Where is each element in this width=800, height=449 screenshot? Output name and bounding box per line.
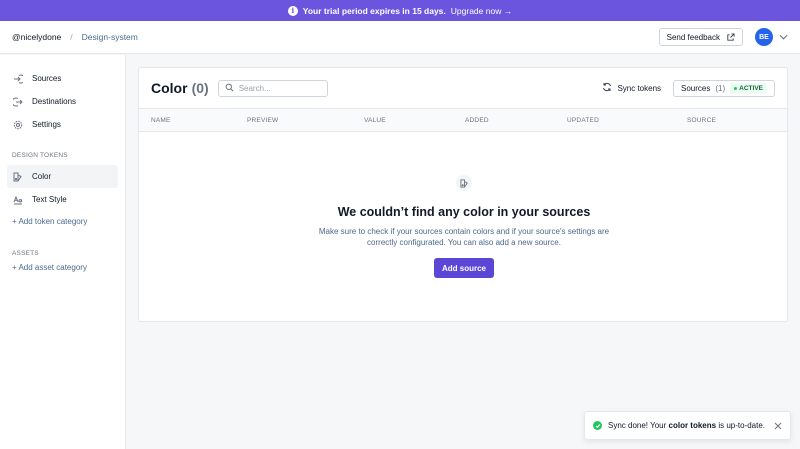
page-title: Color: [151, 80, 188, 96]
send-feedback-button[interactable]: Send feedback: [658, 28, 743, 46]
sidebar-item-label: Destinations: [32, 97, 77, 106]
add-asset-category-link[interactable]: + Add asset category: [12, 263, 113, 272]
color-swatch-icon: [456, 175, 472, 191]
search-input[interactable]: [238, 83, 319, 93]
toast-bold: color tokens: [668, 421, 717, 430]
toast-prefix: Sync done! Your: [608, 421, 667, 430]
sidebar-item-sources[interactable]: Sources: [7, 67, 118, 90]
close-icon[interactable]: [774, 422, 782, 430]
check-circle-icon: [593, 421, 602, 430]
chevron-down-icon[interactable]: [779, 34, 788, 40]
sidebar-item-text-style[interactable]: Text Style: [7, 188, 118, 211]
active-dot-icon: [734, 86, 738, 90]
destinations-icon: [13, 97, 23, 107]
topbar-actions: Send feedback BE: [658, 28, 788, 46]
upgrade-link[interactable]: Upgrade now →: [451, 6, 512, 16]
color-swatch-icon: [13, 172, 23, 182]
trial-banner: i Your trial period expires in 15 days. …: [0, 0, 800, 21]
sidebar-item-label: Sources: [32, 74, 62, 83]
panel-actions: Sync tokens Sources (1) ACTIVE: [599, 79, 775, 97]
add-token-category-link[interactable]: + Add token category: [12, 217, 113, 226]
empty-state-title: We couldn’t find any color in your sourc…: [337, 205, 591, 219]
user-menu[interactable]: BE: [755, 28, 788, 46]
sources-label: Sources: [681, 83, 711, 93]
panel-header: Color (0) Sync tokens Sources (1) ACTIVE: [139, 68, 787, 109]
sidebar: Sources Destinations Settings DESIGN TOK…: [0, 55, 126, 449]
info-icon: i: [287, 5, 298, 16]
design-tokens-heading: DESIGN TOKENS: [12, 152, 68, 159]
breadcrumb: @nicelydone / Design-system: [12, 32, 138, 42]
sync-tokens-label: Sync tokens: [617, 83, 662, 93]
search-box[interactable]: [217, 79, 328, 97]
column-header-name[interactable]: NAME: [151, 109, 171, 132]
topbar: @nicelydone / Design-system Send feedbac…: [0, 21, 800, 54]
sync-tokens-button[interactable]: Sync tokens: [599, 80, 664, 97]
text-style-icon: [13, 195, 23, 205]
table-header: NAME PREVIEW VALUE ADDED UPDATED SOURCE: [139, 109, 787, 132]
add-source-button[interactable]: Add source: [433, 258, 494, 278]
sidebar-item-label: Settings: [32, 120, 61, 129]
column-header-value[interactable]: VALUE: [364, 109, 386, 132]
sources-icon: [13, 74, 23, 84]
sources-count: (1): [715, 83, 726, 93]
sources-button[interactable]: Sources (1) ACTIVE: [673, 79, 775, 97]
column-header-preview[interactable]: PREVIEW: [247, 109, 278, 132]
sidebar-item-destinations[interactable]: Destinations: [7, 90, 118, 113]
sidebar-item-color[interactable]: Color: [7, 165, 118, 188]
external-link-icon: [726, 32, 735, 42]
color-count: (0): [191, 80, 209, 96]
sidebar-item-label: Color: [32, 172, 52, 181]
sidebar-item-label: Text Style: [32, 195, 67, 204]
color-panel: Color (0) Sync tokens Sources (1) ACTIVE: [138, 67, 788, 322]
sidebar-item-settings[interactable]: Settings: [7, 113, 118, 136]
trial-banner-text: Your trial period expires in 15 days.: [302, 5, 446, 16]
empty-state-description: Make sure to check if your sources conta…: [318, 227, 610, 247]
breadcrumb-separator: /: [70, 32, 73, 42]
breadcrumb-org[interactable]: @nicelydone: [12, 32, 61, 42]
avatar[interactable]: BE: [755, 28, 773, 46]
sync-toast: Sync done! Your color tokens is up-to-da…: [584, 411, 791, 440]
gear-icon: [13, 120, 23, 130]
send-feedback-label: Send feedback: [666, 32, 720, 42]
status-badge-label: ACTIVE: [739, 84, 763, 92]
assets-heading: ASSETS: [12, 250, 39, 257]
status-badge: ACTIVE: [730, 82, 767, 94]
toast-suffix: is up-to-date.: [718, 421, 766, 430]
column-header-updated[interactable]: UPDATED: [567, 109, 599, 132]
column-header-added[interactable]: ADDED: [465, 109, 489, 132]
breadcrumb-project[interactable]: Design-system: [82, 32, 138, 42]
column-header-source[interactable]: SOURCE: [687, 109, 716, 132]
toast-message: Sync done! Your color tokens is up-to-da…: [608, 421, 765, 430]
search-icon: [225, 83, 234, 94]
empty-state: We couldn’t find any color in your sourc…: [139, 175, 789, 278]
sync-icon: [602, 82, 612, 94]
